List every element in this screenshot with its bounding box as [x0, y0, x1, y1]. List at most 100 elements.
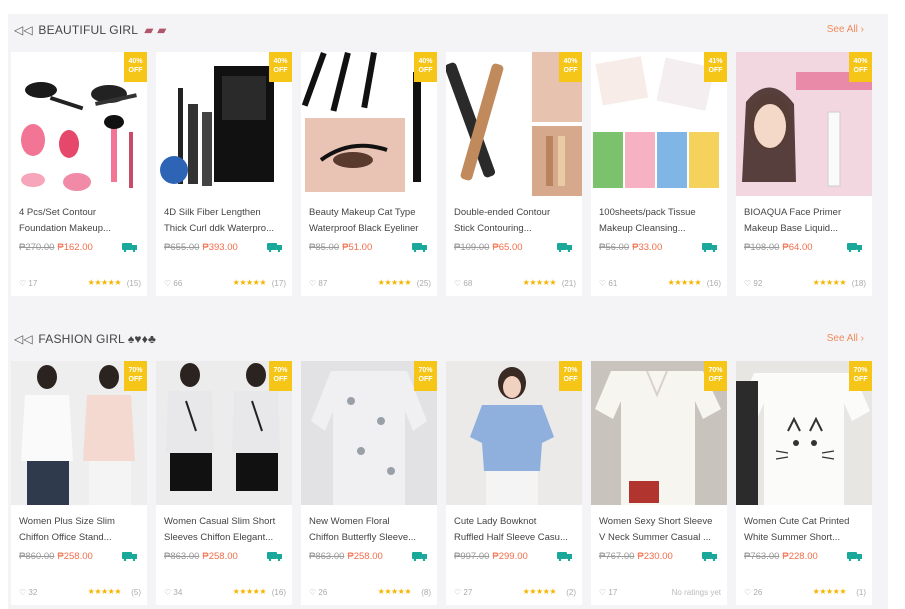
- product-card[interactable]: 41% OFF 100sheets/pack Tissue Makeup Clea…: [591, 52, 727, 296]
- product-card[interactable]: 40% OFF 4 Pcs/Set Contour Foundation Make…: [11, 52, 147, 296]
- card-footer: ♡ 87 ★★★★★ (25): [309, 278, 431, 291]
- megaphone-icon: ◁◁: [14, 23, 33, 37]
- like-count[interactable]: ♡ 92: [744, 279, 762, 288]
- product-image[interactable]: 41% OFF: [591, 52, 727, 196]
- product-image[interactable]: 40% OFF: [446, 52, 582, 196]
- product-card[interactable]: 70% OFF Women Sexy Short Sleeve V Neck Su…: [591, 361, 727, 605]
- product-image[interactable]: 40% OFF: [11, 52, 147, 196]
- section-title-text: FASHION GIRL: [38, 332, 125, 346]
- product-image[interactable]: 70% OFF: [156, 361, 292, 505]
- review-count: (5): [131, 588, 141, 597]
- product-card[interactable]: 70% OFF Women Casual Slim Short Sleeves C…: [156, 361, 292, 605]
- discount-badge: 40% OFF: [124, 52, 147, 82]
- price-row: ₱767.00 ₱230.00: [599, 551, 673, 562]
- sale-price: ₱230.00: [637, 551, 673, 562]
- original-price: ₱270.00: [19, 242, 55, 253]
- like-count[interactable]: ♡ 26: [309, 588, 327, 597]
- product-image[interactable]: 70% OFF: [736, 361, 872, 505]
- discount-badge: 70% OFF: [849, 361, 872, 391]
- product-image[interactable]: 70% OFF: [11, 361, 147, 505]
- product-panel: ◁◁ BEAUTIFUL GIRL ▰ ▰ See All › 40% OFF …: [8, 14, 888, 609]
- price-row: ₱56.00 ₱33.00: [599, 242, 662, 253]
- original-price: ₱863.00: [309, 551, 345, 562]
- product-image[interactable]: 40% OFF: [301, 52, 437, 196]
- product-card[interactable]: 70% OFF New Women Floral Chiffon Butterfl…: [301, 361, 437, 605]
- discount-badge: 70% OFF: [704, 361, 727, 391]
- rating-stars: ★★★★★: [812, 587, 847, 596]
- sale-price: ₱51.00: [342, 242, 373, 253]
- product-name[interactable]: Beauty Makeup Cat Type Waterproof Black E…: [309, 205, 431, 237]
- product-name[interactable]: Women Casual Slim Short Sleeves Chiffon E…: [164, 514, 286, 546]
- heart-icon: ♡: [309, 279, 317, 288]
- rating-stars: ★★★★★: [232, 278, 267, 287]
- rating-stars: ★★★★★: [87, 587, 122, 596]
- review-count: (8): [421, 588, 431, 597]
- price-row: ₱863.00 ₱258.00: [164, 551, 238, 562]
- review-count: (1): [856, 588, 866, 597]
- product-name[interactable]: Cute Lady Bowknot Ruffled Half Sleeve Cas…: [454, 514, 576, 546]
- product-name[interactable]: 4D Silk Fiber Lengthen Thick Curl ddk Wat…: [164, 205, 286, 237]
- product-card[interactable]: 70% OFF Cute Lady Bowknot Ruffled Half Sl…: [446, 361, 582, 605]
- card-footer: ♡ 92 ★★★★★ (18): [744, 278, 866, 291]
- sale-price: ₱258.00: [347, 551, 383, 562]
- free-shipping-icon: [847, 243, 862, 252]
- product-name[interactable]: 100sheets/pack Tissue Makeup Cleansing...: [599, 205, 721, 237]
- product-name[interactable]: New Women Floral Chiffon Butterfly Sleeve…: [309, 514, 431, 546]
- heart-icon: ♡: [454, 588, 462, 597]
- like-count[interactable]: ♡ 17: [599, 588, 617, 597]
- product-card[interactable]: 70% OFF Women Cute Cat Printed White Summ…: [736, 361, 872, 605]
- rating-stars: ★★★★★: [812, 278, 847, 287]
- original-price: ₱109.00: [454, 242, 490, 253]
- original-price: ₱763.00: [744, 551, 780, 562]
- like-count[interactable]: ♡ 34: [164, 588, 182, 597]
- product-name[interactable]: Women Sexy Short Sleeve V Neck Summer Cas…: [599, 514, 721, 546]
- product-image[interactable]: 70% OFF: [446, 361, 582, 505]
- product-image[interactable]: 40% OFF: [156, 52, 292, 196]
- heart-icon: ♡: [599, 279, 607, 288]
- like-count[interactable]: ♡ 87: [309, 279, 327, 288]
- discount-badge: 70% OFF: [124, 361, 147, 391]
- product-card[interactable]: 70% OFF Women Plus Size Slim Chiffon Offi…: [11, 361, 147, 605]
- sale-price: ₱64.00: [782, 242, 813, 253]
- product-image[interactable]: 70% OFF: [591, 361, 727, 505]
- like-count[interactable]: ♡ 61: [599, 279, 617, 288]
- heart-icon: ♡: [454, 279, 462, 288]
- like-count[interactable]: ♡ 26: [744, 588, 762, 597]
- discount-badge: 40% OFF: [849, 52, 872, 82]
- price-row: ₱85.00 ₱51.00: [309, 242, 372, 253]
- free-shipping-icon: [412, 552, 427, 561]
- original-price: ₱863.00: [164, 551, 200, 562]
- product-name[interactable]: Women Plus Size Slim Chiffon Office Stand…: [19, 514, 141, 546]
- free-shipping-icon: [122, 552, 137, 561]
- decoration-icon: ▰ ▰: [144, 23, 167, 37]
- product-image[interactable]: 40% OFF: [736, 52, 872, 196]
- product-card[interactable]: 40% OFF Double-ended Contour Stick Contou…: [446, 52, 582, 296]
- product-image[interactable]: 70% OFF: [301, 361, 437, 505]
- original-price: ₱997.00: [454, 551, 490, 562]
- price-row: ₱270.00 ₱162.00: [19, 242, 93, 253]
- price-row: ₱860.00 ₱258.00: [19, 551, 93, 562]
- like-count[interactable]: ♡ 17: [19, 279, 37, 288]
- review-count: (18): [851, 279, 866, 288]
- see-all-link[interactable]: See All ›: [827, 24, 864, 35]
- like-count[interactable]: ♡ 66: [164, 279, 182, 288]
- product-name[interactable]: BIOAQUA Face Primer Makeup Base Liquid...: [744, 205, 866, 237]
- rating-stars: ★★★★★: [377, 278, 412, 287]
- heart-icon: ♡: [19, 588, 27, 597]
- free-shipping-icon: [557, 552, 572, 561]
- free-shipping-icon: [702, 243, 717, 252]
- product-card[interactable]: 40% OFF BIOAQUA Face Primer Makeup Base L…: [736, 52, 872, 296]
- product-name[interactable]: Women Cute Cat Printed White Summer Short…: [744, 514, 866, 546]
- sale-price: ₱299.00: [492, 551, 528, 562]
- product-card[interactable]: 40% OFF Beauty Makeup Cat Type Waterproof…: [301, 52, 437, 296]
- like-count[interactable]: ♡ 68: [454, 279, 472, 288]
- review-count: (17): [271, 279, 286, 288]
- see-all-link[interactable]: See All ›: [827, 333, 864, 344]
- like-count[interactable]: ♡ 32: [19, 588, 37, 597]
- product-card[interactable]: 40% OFF 4D Silk Fiber Lengthen Thick Curl…: [156, 52, 292, 296]
- product-name[interactable]: Double-ended Contour Stick Contouring...: [454, 205, 576, 237]
- heart-icon: ♡: [164, 588, 172, 597]
- product-name[interactable]: 4 Pcs/Set Contour Foundation Makeup...: [19, 205, 141, 237]
- like-count[interactable]: ♡ 27: [454, 588, 472, 597]
- original-price: ₱85.00: [309, 242, 340, 253]
